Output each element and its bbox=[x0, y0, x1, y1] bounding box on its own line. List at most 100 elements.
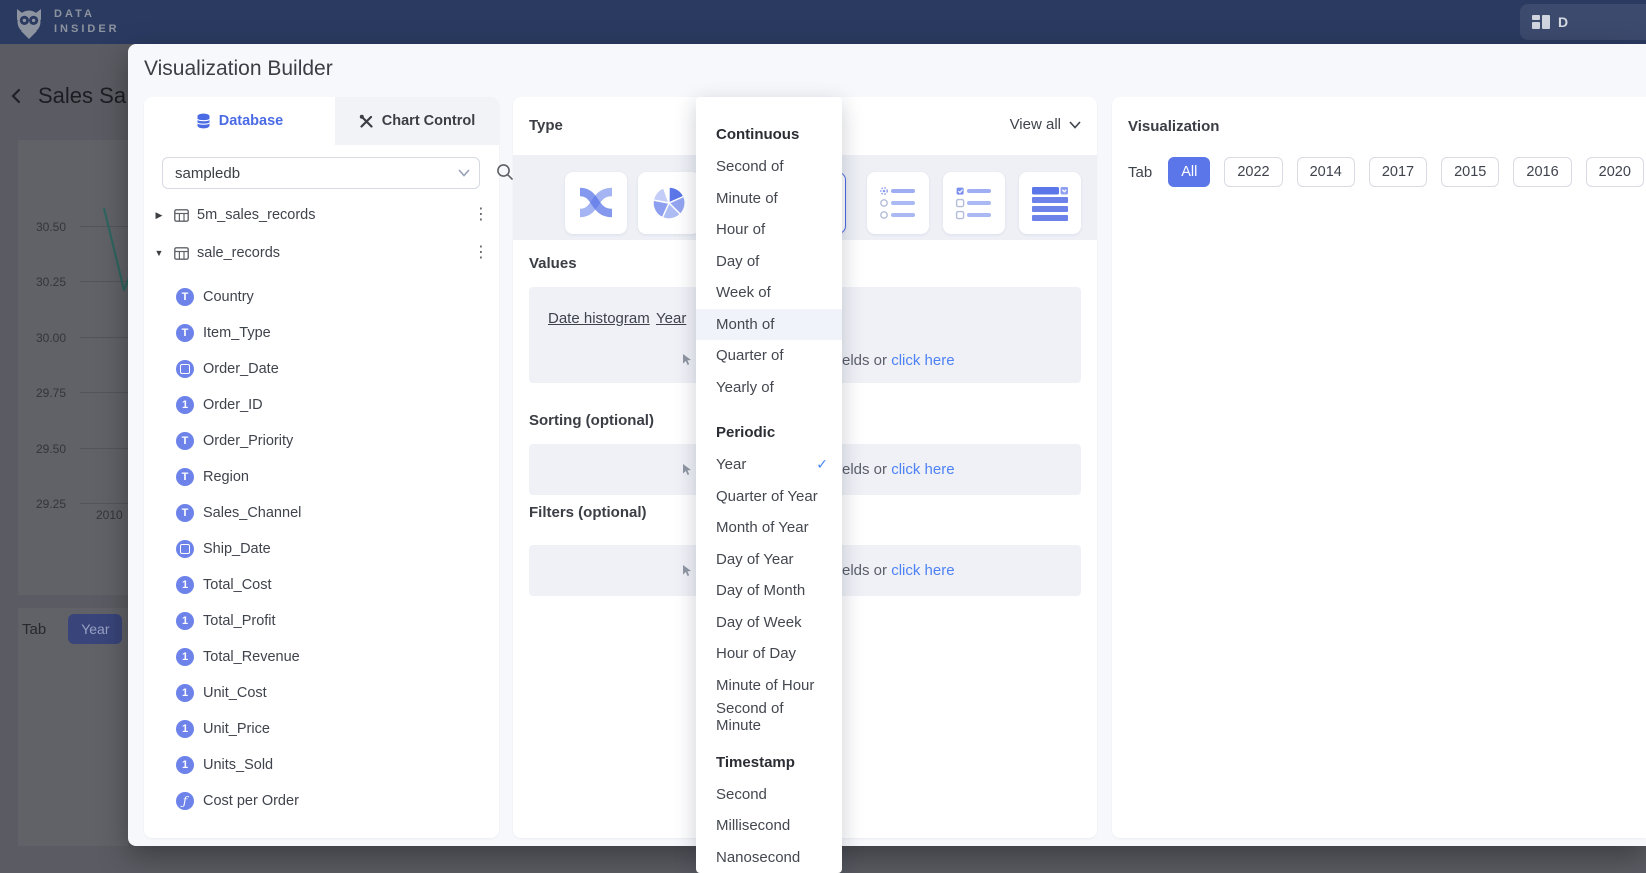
dropdown-option-label: Minute of bbox=[716, 190, 778, 207]
field-name: Region bbox=[203, 469, 249, 485]
dashboard-button[interactable]: D bbox=[1520, 4, 1646, 40]
dropdown-option[interactable]: Quarter of Year bbox=[696, 481, 842, 513]
dropdown-option[interactable]: Timestamp bbox=[696, 733, 842, 779]
y-tick-row: 30.00 bbox=[24, 331, 128, 386]
field-row[interactable]: Order_Date bbox=[144, 351, 499, 387]
year-chip[interactable]: All bbox=[1168, 157, 1210, 187]
gridline bbox=[80, 392, 130, 393]
field-row[interactable]: 1 Units_Sold bbox=[144, 747, 499, 783]
database-search-input[interactable] bbox=[162, 157, 480, 189]
tab-chart-control[interactable]: Chart Control bbox=[335, 97, 499, 145]
field-type-icon: T bbox=[176, 288, 194, 306]
chart-type-tile[interactable] bbox=[565, 172, 627, 234]
caret-right-icon[interactable]: ▶ bbox=[144, 210, 174, 221]
dropdown-option[interactable]: Day of Week bbox=[696, 607, 842, 639]
dropdown-option[interactable]: Month of Year bbox=[696, 512, 842, 544]
chart-type-tile[interactable] bbox=[867, 172, 929, 234]
gridline bbox=[80, 448, 130, 449]
chart-type-tile[interactable] bbox=[1019, 172, 1081, 234]
dropdown-option[interactable]: Week of bbox=[696, 277, 842, 309]
dropdown-option[interactable]: Second of bbox=[696, 151, 842, 183]
table-row-5m-sales-records[interactable]: ▶ 5m_sales_records ⋮ bbox=[144, 197, 499, 233]
field-row[interactable]: T Order_Priority bbox=[144, 423, 499, 459]
radio-list-icon bbox=[878, 186, 918, 220]
field-row[interactable]: 1 Unit_Cost bbox=[144, 675, 499, 711]
field-type-icon: ƒ bbox=[176, 792, 194, 810]
visualization-builder-modal: Visualization Builder Database Chart Con… bbox=[128, 44, 1646, 846]
year-chip[interactable]: 2017 bbox=[1369, 157, 1427, 187]
date-histogram-link[interactable]: Date histogram bbox=[548, 310, 650, 327]
dropdown-option-label: Nanosecond bbox=[716, 849, 800, 866]
chevron-down-icon[interactable] bbox=[458, 169, 470, 177]
sankey-chart-icon bbox=[576, 183, 616, 223]
field-row[interactable]: T Item_Type bbox=[144, 315, 499, 351]
dropdown-option[interactable]: Day of Month bbox=[696, 575, 842, 607]
granularity-link[interactable]: Year bbox=[656, 310, 686, 327]
field-row[interactable]: 1 Total_Cost bbox=[144, 567, 499, 603]
y-tick-label: 30.25 bbox=[24, 275, 66, 289]
hint-text: elds or bbox=[842, 562, 891, 579]
field-row[interactable]: 1 Order_ID bbox=[144, 387, 499, 423]
kebab-menu-icon[interactable]: ⋮ bbox=[473, 207, 489, 223]
drop-hint: elds or click here bbox=[842, 461, 955, 478]
kebab-menu-icon[interactable]: ⋮ bbox=[473, 245, 489, 261]
table-row-sale-records[interactable]: ▼ sale_records ⋮ bbox=[144, 235, 499, 271]
view-all-dropdown[interactable]: View all bbox=[1010, 116, 1081, 133]
search-icon[interactable] bbox=[496, 163, 514, 181]
dropdown-option[interactable]: Year ✓ bbox=[696, 449, 842, 481]
field-row[interactable]: T Region bbox=[144, 459, 499, 495]
year-chip[interactable]: 2020 bbox=[1586, 157, 1644, 187]
field-type-icon: 1 bbox=[176, 756, 194, 774]
dashboard-icon bbox=[1532, 15, 1550, 29]
dropdown-option-label: Second bbox=[716, 786, 767, 803]
year-chip[interactable]: 2022 bbox=[1224, 157, 1282, 187]
field-row[interactable]: ƒ Cost per Order bbox=[144, 783, 499, 819]
dropdown-option[interactable]: Continuous bbox=[696, 105, 842, 151]
brand-line-2: INSIDER bbox=[54, 22, 120, 37]
dropdown-option[interactable]: Day of Year bbox=[696, 544, 842, 576]
year-chip[interactable]: 2014 bbox=[1297, 157, 1355, 187]
dropdown-option[interactable]: Hour of bbox=[696, 214, 842, 246]
tab-database[interactable]: Database bbox=[144, 97, 335, 145]
click-here-link[interactable]: click here bbox=[891, 562, 954, 579]
dropdown-option[interactable]: Second bbox=[696, 779, 842, 811]
field-row[interactable]: 1 Unit_Price bbox=[144, 711, 499, 747]
dropdown-option-label: Day of Week bbox=[716, 614, 802, 631]
dropdown-option[interactable]: Second of Minute bbox=[696, 701, 842, 733]
dashboard-button-label: D bbox=[1558, 14, 1568, 30]
values-section-label: Values bbox=[529, 255, 577, 272]
dropdown-option[interactable]: Minute of Hour bbox=[696, 670, 842, 702]
chart-type-tile[interactable] bbox=[943, 172, 1005, 234]
field-row[interactable]: 1 Total_Profit bbox=[144, 603, 499, 639]
click-here-link[interactable]: click here bbox=[891, 461, 954, 478]
year-chip[interactable]: 2016 bbox=[1513, 157, 1571, 187]
dropdown-option[interactable]: Yearly of bbox=[696, 372, 842, 404]
year-chip[interactable]: 2015 bbox=[1441, 157, 1499, 187]
dropdown-option[interactable]: Month of bbox=[696, 309, 842, 341]
hint-text: elds or bbox=[842, 352, 891, 369]
dropdown-option[interactable]: Minute of bbox=[696, 183, 842, 215]
field-row[interactable]: 1 Total_Revenue bbox=[144, 639, 499, 675]
drop-hint: elds or click here bbox=[842, 562, 955, 579]
field-row[interactable]: T Sales_Channel bbox=[144, 495, 499, 531]
field-row[interactable]: T Country bbox=[144, 279, 499, 315]
dropdown-option[interactable]: Day of bbox=[696, 246, 842, 278]
dropdown-option-label: Year bbox=[716, 456, 746, 473]
table-name: sale_records bbox=[197, 245, 280, 261]
tab-strip-label: Tab bbox=[1128, 164, 1152, 181]
dropdown-option[interactable]: Periodic bbox=[696, 403, 842, 449]
dropdown-option[interactable]: Nanosecond bbox=[696, 842, 842, 873]
dropdown-option[interactable]: Hour of Day bbox=[696, 638, 842, 670]
dropdown-option[interactable]: Quarter of bbox=[696, 340, 842, 372]
click-here-link[interactable]: click here bbox=[891, 352, 954, 369]
y-tick-label: 29.25 bbox=[24, 497, 66, 511]
field-list: T Country T Item_Type Order_Date 1 Order… bbox=[144, 279, 499, 819]
dropdown-option-label: Timestamp bbox=[716, 754, 795, 771]
filters-section-label: Filters (optional) bbox=[529, 504, 647, 521]
caret-down-icon[interactable]: ▼ bbox=[144, 248, 174, 258]
field-row[interactable]: Ship_Date bbox=[144, 531, 499, 567]
chart-type-tile[interactable] bbox=[638, 172, 700, 234]
dropdown-option-label: Week of bbox=[716, 284, 771, 301]
dropdown-option-label: Quarter of bbox=[716, 347, 784, 364]
dropdown-option[interactable]: Millisecond bbox=[696, 810, 842, 842]
